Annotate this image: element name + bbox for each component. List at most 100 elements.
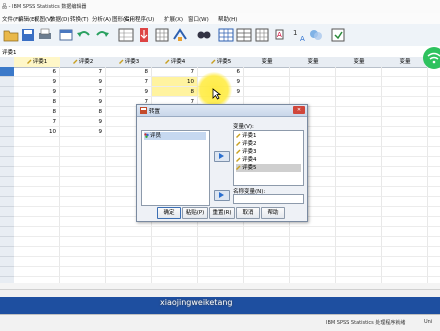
table-cell[interactable]: [60, 257, 106, 267]
table-cell[interactable]: [14, 147, 60, 157]
table-cell[interactable]: 8: [152, 87, 198, 97]
table-cell[interactable]: [290, 227, 336, 237]
table-cell[interactable]: [382, 107, 428, 117]
split-file-icon[interactable]: [236, 27, 252, 43]
table-cell[interactable]: [336, 147, 382, 157]
table-cell[interactable]: 7: [60, 87, 106, 97]
table-cell[interactable]: [244, 267, 290, 277]
table-cell[interactable]: [382, 77, 428, 87]
menu-utilities[interactable]: 实用程序(U): [124, 15, 154, 23]
table-cell[interactable]: [152, 237, 198, 247]
menu-help[interactable]: 帮助(H): [218, 15, 237, 23]
table-cell[interactable]: [152, 247, 198, 257]
use-sets-icon[interactable]: [308, 27, 324, 43]
table-cell[interactable]: [428, 247, 440, 257]
table-cell[interactable]: 9: [60, 77, 106, 87]
row-header[interactable]: [0, 207, 14, 217]
table-cell[interactable]: [14, 207, 60, 217]
table-cell[interactable]: [14, 187, 60, 197]
table-cell[interactable]: [244, 237, 290, 247]
cancel-button[interactable]: 取消: [236, 207, 260, 219]
row-header[interactable]: [0, 247, 14, 257]
menu-extensions[interactable]: 扩展(X): [164, 15, 183, 23]
table-cell[interactable]: [428, 227, 440, 237]
table-cell[interactable]: 10: [14, 127, 60, 137]
table-cell[interactable]: [428, 177, 440, 187]
table-cell[interactable]: [336, 177, 382, 187]
table-cell[interactable]: [336, 197, 382, 207]
table-cell[interactable]: [60, 207, 106, 217]
redo-icon[interactable]: [94, 27, 110, 43]
table-cell[interactable]: [198, 237, 244, 247]
table-cell[interactable]: [428, 77, 440, 87]
table-cell[interactable]: [382, 157, 428, 167]
row-header[interactable]: [0, 87, 14, 97]
table-cell[interactable]: [336, 207, 382, 217]
table-cell[interactable]: 9: [14, 77, 60, 87]
table-cell[interactable]: [244, 247, 290, 257]
table-cell[interactable]: 7: [152, 67, 198, 77]
row-header[interactable]: [0, 227, 14, 237]
table-cell[interactable]: [14, 227, 60, 237]
row-header[interactable]: [0, 77, 14, 87]
menu-analyze[interactable]: 分析(A): [92, 15, 111, 23]
row-header[interactable]: [0, 67, 14, 77]
row-header[interactable]: [0, 177, 14, 187]
variable-item[interactable]: 评委2: [236, 140, 257, 148]
table-cell[interactable]: [106, 227, 152, 237]
table-cell[interactable]: [60, 197, 106, 207]
variable-item[interactable]: 评委5: [236, 164, 301, 172]
row-header[interactable]: [0, 107, 14, 117]
table-cell[interactable]: [152, 257, 198, 267]
source-variable-list[interactable]: 评员: [141, 130, 210, 206]
table-cell[interactable]: [428, 257, 440, 267]
table-cell[interactable]: [382, 167, 428, 177]
table-cell[interactable]: [14, 217, 60, 227]
find-icon[interactable]: [196, 27, 212, 43]
variable-item[interactable]: 评委4: [236, 156, 257, 164]
table-cell[interactable]: [106, 267, 152, 277]
table-cell[interactable]: [336, 267, 382, 277]
table-cell[interactable]: [382, 227, 428, 237]
table-cell[interactable]: [382, 87, 428, 97]
table-cell[interactable]: [428, 167, 440, 177]
table-cell[interactable]: [244, 227, 290, 237]
table-cell[interactable]: [14, 247, 60, 257]
table-cell[interactable]: [336, 187, 382, 197]
table-cell[interactable]: [60, 167, 106, 177]
table-cell[interactable]: [60, 247, 106, 257]
source-item[interactable]: 评员: [144, 132, 206, 140]
table-cell[interactable]: [336, 117, 382, 127]
table-cell[interactable]: [382, 117, 428, 127]
table-cell[interactable]: [428, 197, 440, 207]
save-icon[interactable]: [20, 27, 36, 43]
table-cell[interactable]: [336, 227, 382, 237]
table-cell[interactable]: 8: [14, 97, 60, 107]
table-cell[interactable]: [382, 187, 428, 197]
select-cases-icon[interactable]: A: [274, 27, 290, 43]
table-cell[interactable]: [382, 237, 428, 247]
paste-button[interactable]: 粘贴(P): [182, 207, 208, 219]
table-cell[interactable]: 8: [60, 107, 106, 117]
table-cell[interactable]: 7: [60, 67, 106, 77]
table-cell[interactable]: [336, 67, 382, 77]
table-cell[interactable]: 10: [152, 77, 198, 87]
row-header[interactable]: [0, 157, 14, 167]
table-cell[interactable]: [428, 137, 440, 147]
variables-list[interactable]: 评委1 评委2 评委3 评委4 评委5: [233, 130, 304, 186]
table-cell[interactable]: [152, 227, 198, 237]
table-cell[interactable]: [60, 227, 106, 237]
table-cell[interactable]: [382, 207, 428, 217]
table-cell[interactable]: [336, 247, 382, 257]
table-cell[interactable]: [198, 257, 244, 267]
row-header[interactable]: [0, 127, 14, 137]
weight-cases-icon[interactable]: [254, 27, 270, 43]
table-cell[interactable]: 6: [14, 67, 60, 77]
table-cell[interactable]: [106, 257, 152, 267]
row-header[interactable]: [0, 197, 14, 207]
table-cell[interactable]: [428, 237, 440, 247]
table-cell[interactable]: [14, 157, 60, 167]
table-cell[interactable]: [428, 147, 440, 157]
table-cell[interactable]: [428, 107, 440, 117]
table-cell[interactable]: [198, 267, 244, 277]
